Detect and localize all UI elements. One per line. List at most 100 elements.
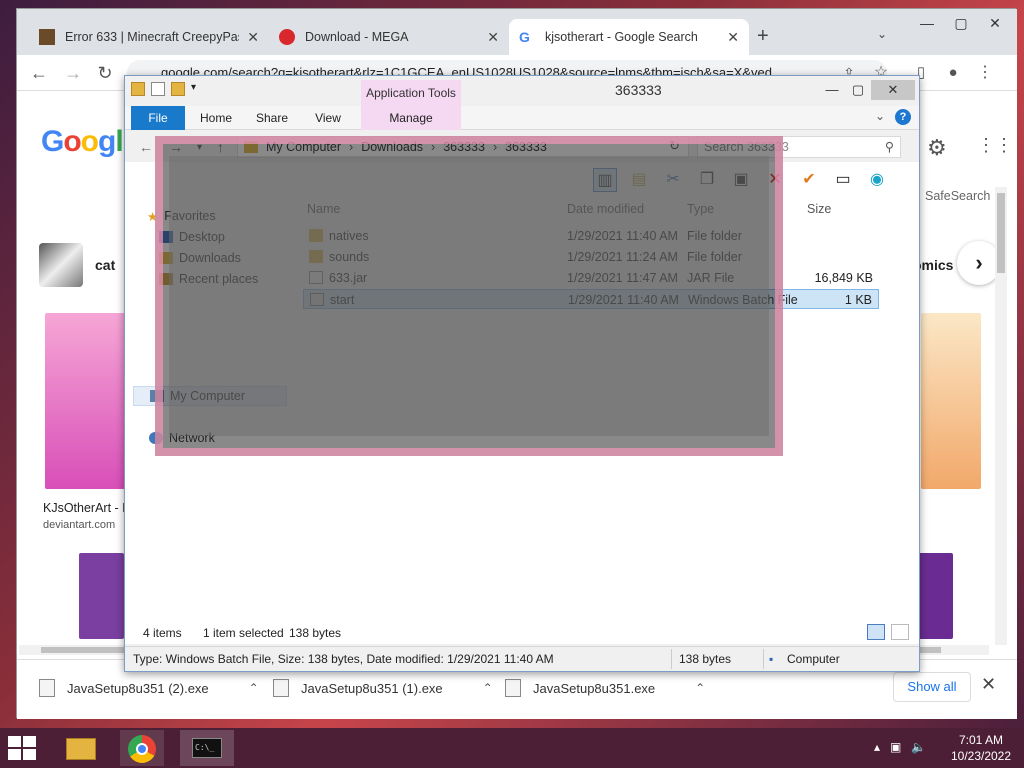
nav-favorites[interactable]: ★ Favorites bbox=[147, 206, 216, 226]
chevron-down-icon[interactable]: ▾ bbox=[191, 82, 196, 96]
close-tab-icon[interactable]: ✕ bbox=[487, 29, 499, 46]
maximize-button[interactable]: ▢ bbox=[945, 11, 977, 35]
menu-dots-icon[interactable]: ⋮ bbox=[973, 61, 997, 85]
breadcrumb-item[interactable]: My Computer bbox=[266, 137, 341, 157]
refresh-icon[interactable]: ↻ bbox=[669, 138, 680, 154]
cut-icon[interactable]: ✂ bbox=[661, 168, 685, 192]
tab-manage[interactable]: Manage bbox=[361, 106, 461, 130]
installer-file-icon bbox=[273, 679, 289, 697]
tab-strip: Error 633 | Minecraft CreepyPasta ✕ Down… bbox=[17, 9, 1017, 55]
preview-pane-icon[interactable]: ▥ bbox=[593, 168, 617, 192]
download-item[interactable]: JavaSetup8u351 (2).exe ⌃ bbox=[39, 676, 259, 700]
breadcrumb-separator[interactable]: › bbox=[493, 137, 497, 157]
back-arrow-icon[interactable]: ← bbox=[139, 139, 153, 155]
start-button[interactable] bbox=[8, 736, 38, 762]
show-all-button[interactable]: Show all bbox=[893, 672, 971, 702]
search-icon[interactable]: ⚲ bbox=[885, 137, 894, 157]
paste-icon[interactable]: ▣ bbox=[729, 168, 753, 192]
close-downloads-icon[interactable]: ✕ bbox=[981, 674, 996, 695]
nav-network[interactable]: Network bbox=[149, 428, 215, 448]
help-icon[interactable]: ? bbox=[895, 109, 911, 125]
folder-icon bbox=[244, 141, 258, 153]
minimize-button[interactable]: — bbox=[819, 80, 845, 100]
image-result[interactable] bbox=[45, 313, 125, 489]
search-input[interactable]: Search 363333 ⚲ bbox=[697, 136, 901, 158]
nav-recent-places[interactable]: Recent places bbox=[159, 269, 258, 289]
show-hidden-icons-icon[interactable]: ▴ bbox=[874, 740, 880, 754]
scroll-thumb[interactable] bbox=[997, 193, 1005, 273]
recent-locations-icon[interactable]: ▾ bbox=[197, 142, 202, 153]
image-result-title[interactable]: KJsOtherArt - I bbox=[43, 501, 126, 515]
details-view-button[interactable] bbox=[867, 624, 885, 640]
safesearch-label[interactable]: SafeSearch bbox=[925, 189, 990, 203]
tab-mega[interactable]: Download - MEGA ✕ bbox=[269, 19, 509, 55]
column-header-date[interactable]: Date modified bbox=[567, 202, 644, 216]
column-header-name[interactable]: Name bbox=[307, 202, 340, 216]
clock[interactable]: 7:01 AM 10/23/2022 bbox=[946, 732, 1016, 764]
breadcrumb-separator[interactable]: › bbox=[349, 137, 353, 157]
tab-google-search[interactable]: G kjsotherart - Google Search ✕ bbox=[509, 19, 749, 55]
expand-ribbon-icon[interactable]: ⌄ bbox=[875, 109, 885, 123]
vertical-scrollbar[interactable] bbox=[995, 187, 1007, 645]
download-item[interactable]: JavaSetup8u351.exe ⌃ bbox=[505, 676, 705, 700]
new-tab-button[interactable]: + bbox=[757, 25, 769, 48]
settings-gear-icon[interactable]: ⚙ bbox=[927, 135, 947, 161]
large-icons-view-button[interactable] bbox=[891, 624, 909, 640]
breadcrumb[interactable]: My Computer › Downloads › 363333 › 363333 bbox=[237, 136, 689, 158]
close-tab-icon[interactable]: ✕ bbox=[727, 29, 739, 46]
properties-icon[interactable] bbox=[151, 82, 165, 96]
image-result[interactable] bbox=[921, 313, 981, 489]
column-header-size[interactable]: Size bbox=[807, 202, 831, 216]
maximize-button[interactable]: ▢ bbox=[845, 80, 871, 100]
chevron-up-icon[interactable]: ⌃ bbox=[483, 681, 493, 695]
apps-grid-icon[interactable]: ⋮⋮ bbox=[977, 135, 1013, 156]
new-folder-icon[interactable] bbox=[171, 82, 185, 96]
rename-icon[interactable]: ▭ bbox=[831, 168, 855, 192]
close-tab-icon[interactable]: ✕ bbox=[247, 29, 259, 46]
item-count: 4 items bbox=[143, 626, 182, 640]
forward-arrow-icon[interactable]: → bbox=[169, 139, 183, 155]
image-result[interactable] bbox=[917, 553, 953, 639]
taskbar-explorer[interactable] bbox=[58, 730, 102, 766]
breadcrumb-item[interactable]: Downloads bbox=[361, 137, 423, 157]
taskbar-chrome[interactable] bbox=[120, 730, 164, 766]
close-window-button[interactable]: ✕ bbox=[871, 80, 915, 100]
volume-icon[interactable]: 🔈 bbox=[911, 740, 926, 754]
profile-avatar-icon[interactable]: ● bbox=[941, 61, 965, 85]
breadcrumb-item[interactable]: 363333 bbox=[505, 137, 547, 157]
tab-view[interactable]: View bbox=[303, 106, 353, 130]
chevron-up-icon[interactable]: ⌃ bbox=[249, 681, 259, 695]
checkmark-icon[interactable]: ✔ bbox=[797, 168, 821, 192]
back-button[interactable]: ← bbox=[27, 61, 51, 85]
tab-creepypasta[interactable]: Error 633 | Minecraft CreepyPasta ✕ bbox=[29, 19, 269, 55]
nav-my-computer[interactable]: My Computer bbox=[133, 386, 287, 406]
breadcrumb-item[interactable]: 363333 bbox=[443, 137, 485, 157]
minimize-button[interactable]: — bbox=[911, 11, 943, 35]
folder-options-icon[interactable]: ▤ bbox=[627, 168, 651, 192]
up-arrow-icon[interactable]: ↑ bbox=[217, 139, 224, 155]
reload-button[interactable]: ↻ bbox=[93, 61, 117, 85]
file-row[interactable]: natives 1/29/2021 11:40 AM File folder bbox=[303, 226, 879, 246]
taskbar-command-prompt[interactable]: C:\_ bbox=[180, 730, 234, 766]
breadcrumb-separator[interactable]: › bbox=[431, 137, 435, 157]
forward-button[interactable]: → bbox=[61, 61, 85, 85]
image-result[interactable] bbox=[79, 553, 124, 639]
file-row[interactable]: sounds 1/29/2021 11:24 AM File folder bbox=[303, 247, 879, 267]
nav-downloads[interactable]: Downloads bbox=[159, 248, 241, 268]
tab-share[interactable]: Share bbox=[247, 106, 297, 130]
chevron-up-icon[interactable]: ⌃ bbox=[695, 681, 705, 695]
file-row-selected[interactable]: start 1/29/2021 11:40 AM Windows Batch F… bbox=[303, 289, 879, 309]
tab-home[interactable]: Home bbox=[191, 106, 241, 130]
nav-desktop[interactable]: Desktop bbox=[159, 227, 225, 247]
network-icon[interactable]: ▣ bbox=[890, 740, 901, 754]
download-item[interactable]: JavaSetup8u351 (1).exe ⌃ bbox=[273, 676, 493, 700]
close-window-button[interactable]: ✕ bbox=[979, 11, 1011, 35]
file-row[interactable]: 633.jar 1/29/2021 11:47 AM JAR File 16,8… bbox=[303, 268, 879, 288]
tab-search-button[interactable]: ⌄ bbox=[877, 27, 887, 41]
google-logo[interactable]: Googl bbox=[41, 125, 124, 159]
tab-file[interactable]: File bbox=[131, 106, 185, 130]
delete-icon[interactable]: ✕ bbox=[763, 168, 787, 192]
copy-icon[interactable]: ❐ bbox=[695, 168, 719, 192]
globe-icon[interactable]: ◉ bbox=[865, 168, 889, 192]
column-header-type[interactable]: Type bbox=[687, 202, 714, 216]
